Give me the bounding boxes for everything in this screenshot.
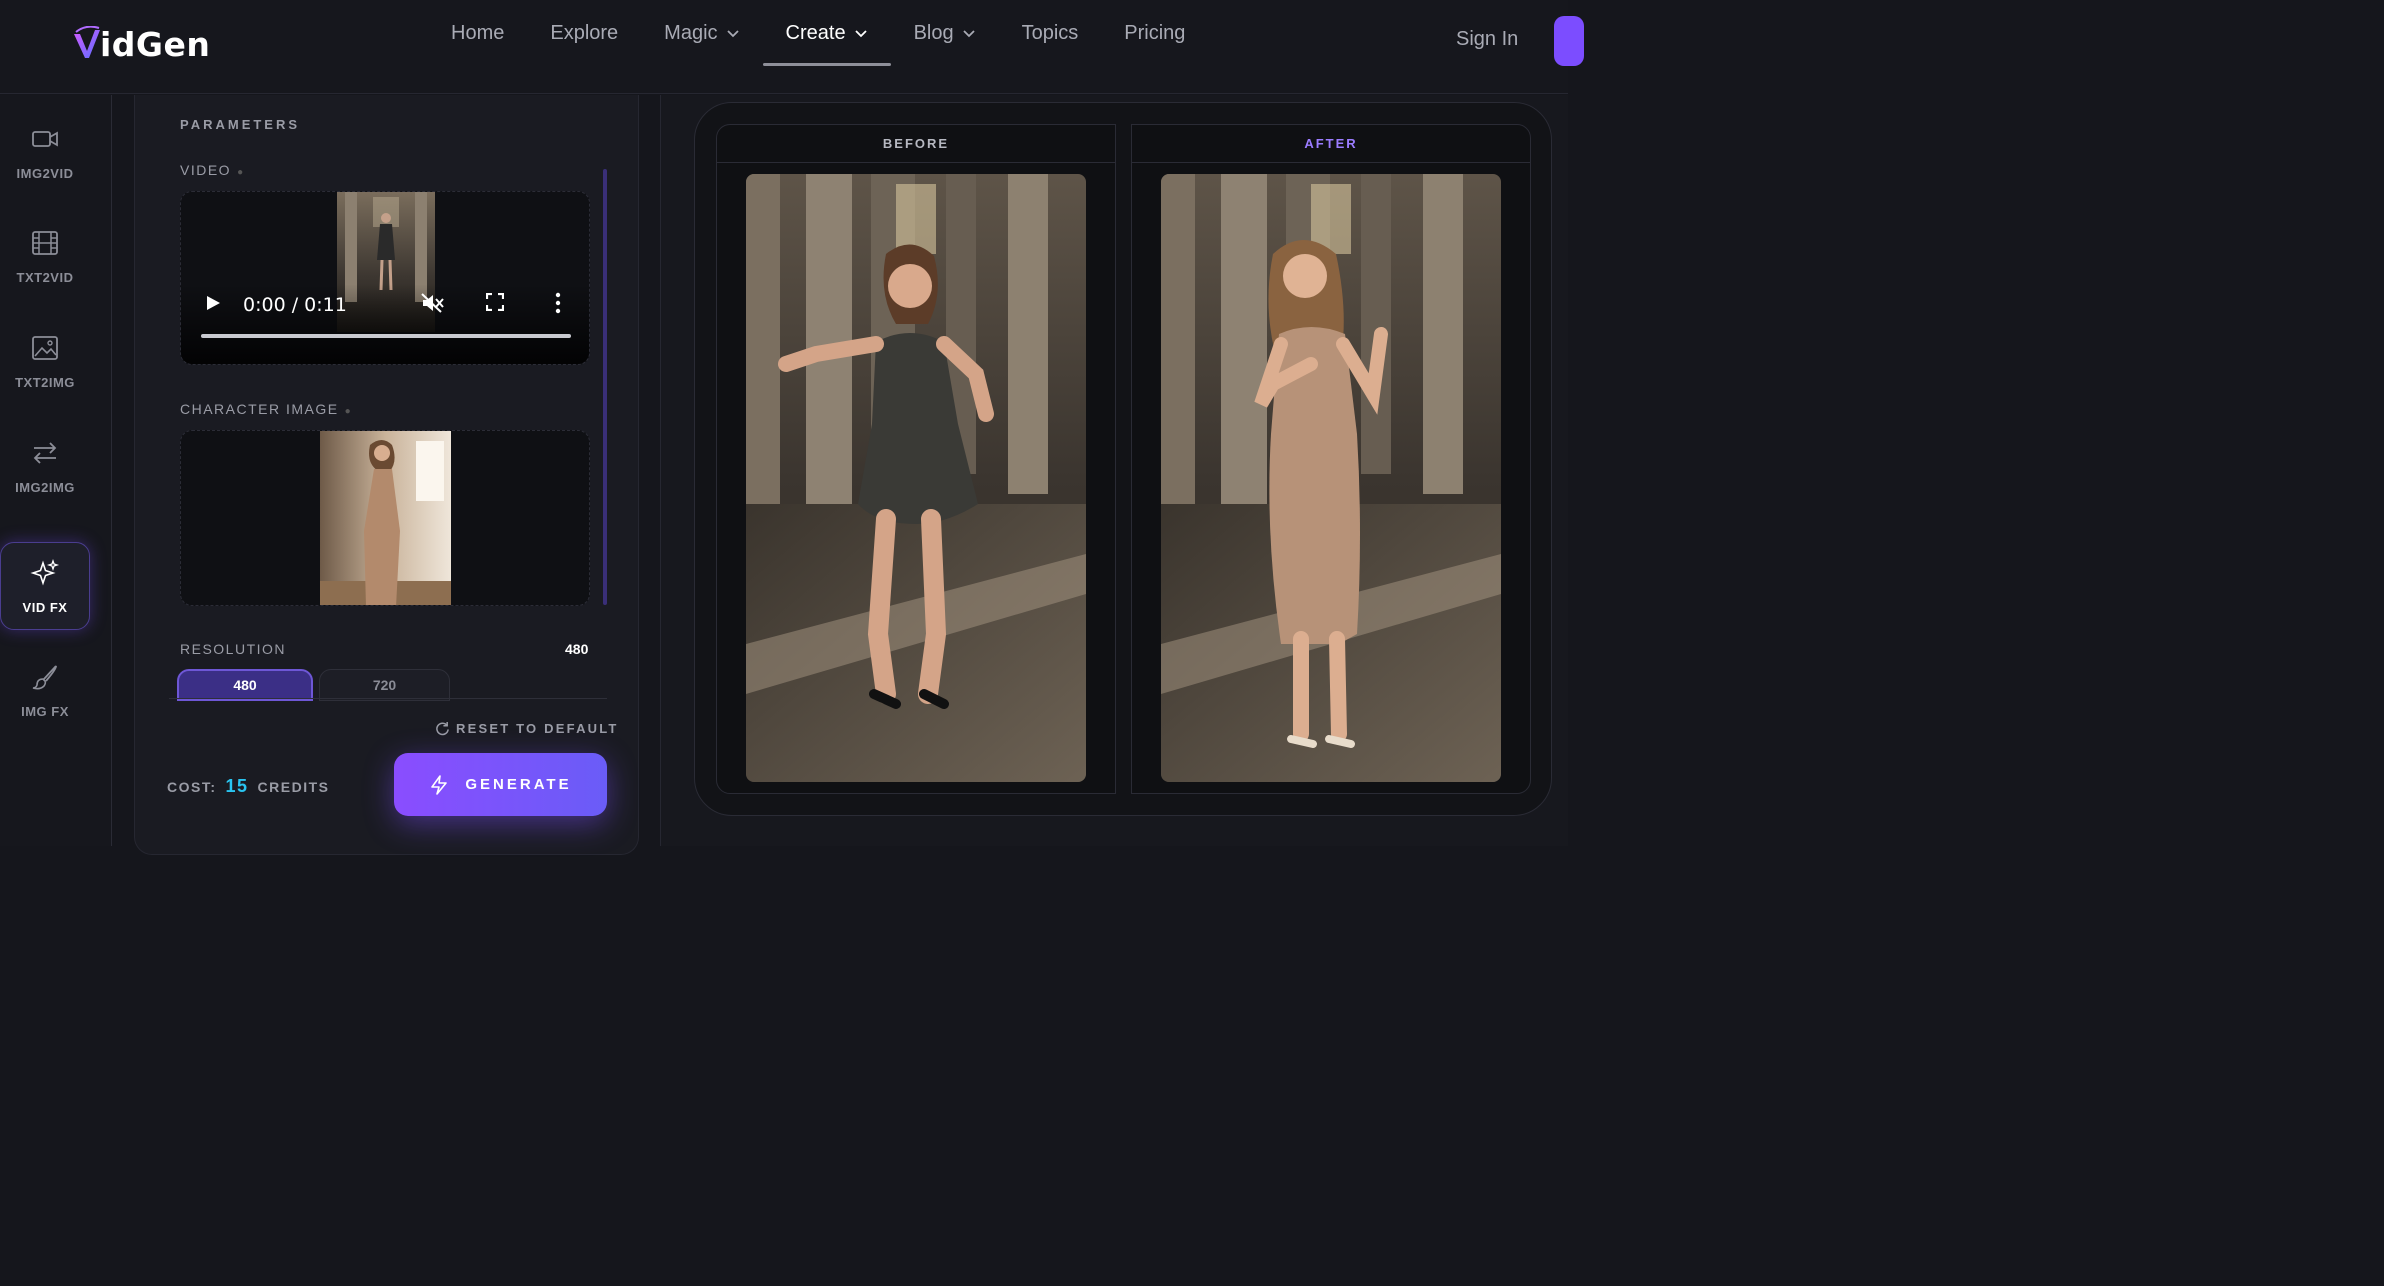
character-label-text: CHARACTER IMAGE [180, 401, 339, 417]
video-camera-icon [32, 130, 58, 147]
nav-create[interactable]: Create [762, 0, 891, 66]
video-time: 0:00 / 0:11 [243, 294, 347, 316]
tool-rail: IMG2VID TXT2VID TXT2IMG IMG2IMG VID FX I… [0, 95, 112, 846]
cost-suffix: CREDITS [257, 779, 330, 795]
nav-pricing[interactable]: Pricing [1101, 0, 1208, 66]
nav-blog-label: Blog [913, 21, 954, 44]
rail-item-vid-fx[interactable]: VID FX [0, 542, 90, 630]
character-field-label: CHARACTER IMAGE ● [180, 401, 352, 417]
swap-arrows-icon [33, 441, 57, 464]
rail-item-txt2vid[interactable]: TXT2VID [0, 212, 90, 300]
before-label: BEFORE [717, 125, 1115, 163]
rail-item-label: IMG FX [21, 703, 69, 719]
play-icon[interactable] [205, 295, 221, 311]
resolution-label: RESOLUTION [180, 641, 287, 657]
rail-item-label: VID FX [22, 599, 68, 615]
film-icon [32, 230, 58, 255]
nav-explore-label: Explore [550, 21, 619, 44]
parameters-panel: PARAMETERS VIDEO ● 0:00 / 0:11 CHARACTER … [134, 95, 639, 855]
chevron-down-icon [854, 30, 867, 38]
character-image-upload[interactable] [180, 430, 590, 606]
image-icon [32, 335, 58, 360]
logo[interactable]: idGen [72, 20, 210, 68]
sign-in-link[interactable]: Sign In [1456, 28, 1518, 51]
video-player[interactable]: 0:00 / 0:11 [180, 191, 590, 365]
mute-icon[interactable] [421, 293, 445, 313]
fullscreen-icon[interactable] [486, 293, 504, 311]
after-image [1161, 174, 1501, 782]
rail-item-txt2img[interactable]: TXT2IMG [0, 317, 90, 405]
refresh-icon [436, 721, 449, 736]
after-label: AFTER [1132, 125, 1530, 163]
nav-magic-label: Magic [664, 21, 718, 44]
nav-topics[interactable]: Topics [999, 0, 1102, 66]
lightning-icon [431, 774, 448, 795]
cost-prefix: COST: [167, 779, 217, 795]
rail-item-label: TXT2VID [16, 269, 74, 285]
reset-to-default-button[interactable]: RESET TO DEFAULT [435, 721, 619, 736]
rail-item-label: TXT2IMG [15, 374, 75, 390]
before-image [746, 174, 1086, 782]
rail-item-img2img[interactable]: IMG2IMG [0, 422, 90, 510]
nav-home[interactable]: Home [428, 0, 527, 66]
nav-pricing-label: Pricing [1124, 21, 1186, 44]
nav-create-label: Create [785, 21, 846, 44]
top-header: idGen Home Explore Magic Create Blog Top… [0, 0, 1584, 94]
required-dot: ● [344, 406, 353, 417]
video-progress-bar[interactable] [201, 334, 571, 338]
nav-blog[interactable]: Blog [891, 0, 999, 66]
generate-label: GENERATE [465, 776, 572, 793]
logo-text: idGen [100, 24, 211, 64]
rail-item-img2vid[interactable]: IMG2VID [0, 108, 90, 196]
chevron-down-icon [726, 30, 739, 38]
video-field-label: VIDEO ● [180, 162, 245, 178]
character-image [320, 431, 451, 605]
after-pane: AFTER [1131, 124, 1531, 794]
more-options-icon[interactable] [553, 292, 563, 314]
chevron-down-icon [962, 30, 975, 38]
rail-item-label: IMG2VID [16, 165, 74, 181]
logo-mark-icon [74, 26, 100, 58]
video-label-text: VIDEO [180, 162, 232, 178]
rail-item-label: IMG2IMG [15, 479, 75, 495]
resolution-value: 480 [565, 641, 589, 657]
reset-label: RESET TO DEFAULT [456, 721, 619, 736]
rail-item-img-fx[interactable]: IMG FX [0, 646, 90, 734]
panel-scrollbar[interactable] [603, 169, 607, 605]
cost-display: COST: 15 CREDITS [167, 776, 329, 797]
resolution-option-480[interactable]: 480 [177, 669, 313, 701]
nav-topics-label: Topics [1021, 21, 1079, 44]
main-nav: Home Explore Magic Create Blog Topics Pr… [428, 0, 1208, 94]
resolution-divider [169, 698, 607, 699]
nav-explore[interactable]: Explore [527, 0, 641, 66]
before-pane: BEFORE [716, 124, 1116, 794]
cost-value: 15 [225, 776, 249, 796]
required-dot: ● [237, 167, 245, 178]
parameters-heading: PARAMETERS [180, 117, 301, 132]
sparkles-icon [30, 558, 60, 586]
nav-magic[interactable]: Magic [641, 0, 762, 66]
nav-home-label: Home [451, 21, 505, 44]
brush-icon [32, 664, 57, 689]
resolution-option-720[interactable]: 720 [319, 669, 450, 701]
get-started-button[interactable] [1554, 16, 1584, 66]
generate-button[interactable]: GENERATE [394, 753, 607, 816]
